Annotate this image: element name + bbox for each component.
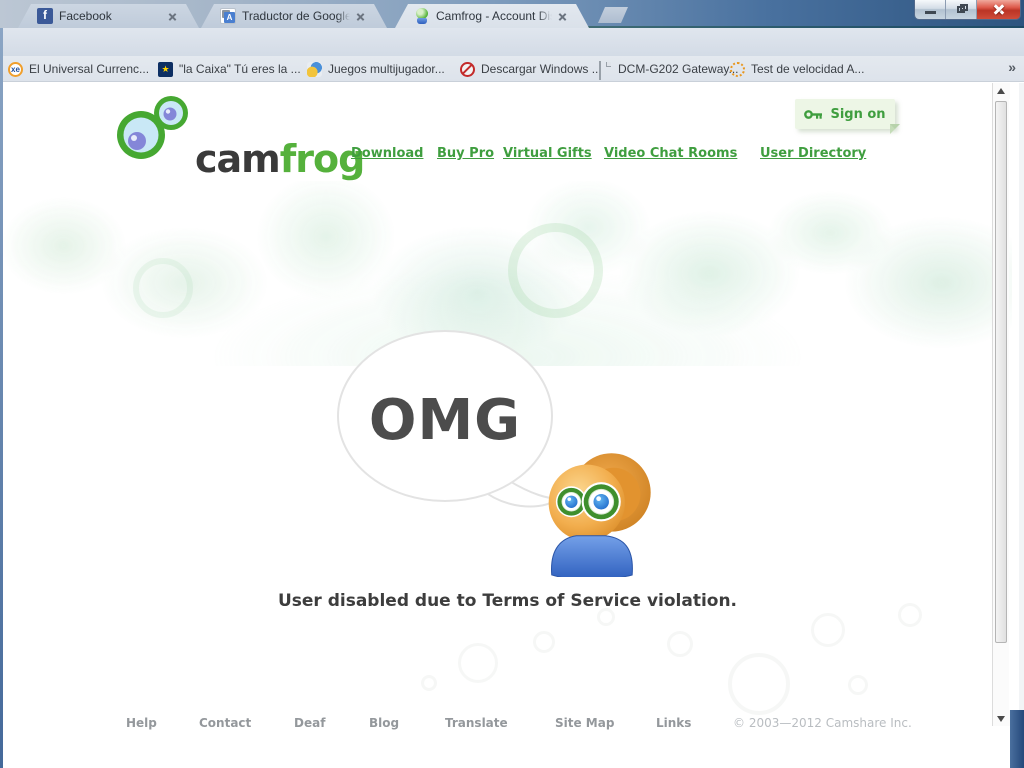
xe-icon: xe xyxy=(8,62,23,77)
tab-label: Camfrog - Account Disabl xyxy=(436,9,552,23)
translate-favicon: A xyxy=(220,8,236,24)
nav-buy-pro[interactable]: Buy Pro xyxy=(437,146,494,161)
browser-window: f Facebook A Traductor de Google Camfrog… xyxy=(0,0,1024,768)
arrow-up-icon xyxy=(997,88,1005,94)
camfrog-logo-text: camfrog xyxy=(195,137,364,181)
speed-test-icon xyxy=(730,62,745,77)
tab-camfrog-active[interactable]: Camfrog - Account Disabl xyxy=(395,4,589,28)
nav-virtual-gifts[interactable]: Virtual Gifts xyxy=(503,146,592,161)
scrollbar-thumb[interactable] xyxy=(995,101,1007,643)
facebook-favicon: f xyxy=(37,8,53,24)
camfrog-mascot xyxy=(537,443,651,577)
page-content: camfrog Download Buy Pro Virtual Gifts V… xyxy=(3,83,1012,768)
camfrog-logo-icon xyxy=(113,93,199,163)
close-icon[interactable] xyxy=(354,10,367,23)
camfrog-logo[interactable]: camfrog xyxy=(113,93,313,193)
nav-download[interactable]: Download xyxy=(351,146,423,161)
games-icon xyxy=(307,62,322,77)
new-tab-button[interactable] xyxy=(598,7,628,23)
bookmark-juegos[interactable]: Juegos multijugador... xyxy=(307,60,445,78)
bookmarks-overflow-chevron[interactable]: » xyxy=(1008,59,1016,75)
nav-video-chat-rooms[interactable]: Video Chat Rooms xyxy=(604,146,737,161)
close-icon[interactable] xyxy=(166,10,179,23)
bookmark-el-universal[interactable]: xe El Universal Currenc... xyxy=(8,60,149,78)
arrow-down-icon xyxy=(997,716,1005,722)
close-window-button[interactable] xyxy=(977,0,1020,19)
key-icon xyxy=(804,108,823,121)
bookmark-la-caixa[interactable]: ★ "la Caixa" Tú eres la ... xyxy=(158,60,301,78)
copyright: © 2003—2012 Camshare Inc. xyxy=(733,716,912,730)
minimize-icon xyxy=(925,11,936,14)
window-controls xyxy=(914,0,1021,20)
window-frame-corner xyxy=(1010,710,1024,768)
bookmark-dcm-gateway[interactable]: DCM-G202 Gateway... xyxy=(597,60,738,78)
footer-link-deaf[interactable]: Deaf xyxy=(294,716,325,730)
scroll-up-button[interactable] xyxy=(993,83,1010,99)
window-frame-left xyxy=(0,28,3,768)
bookmarks-bar: xe El Universal Currenc... ★ "la Caixa" … xyxy=(0,56,1024,82)
footer-link-translate[interactable]: Translate xyxy=(445,716,508,730)
tab-label: Traductor de Google xyxy=(242,9,350,23)
footer-link-contact[interactable]: Contact xyxy=(199,716,251,730)
title-bar: f Facebook A Traductor de Google Camfrog… xyxy=(0,0,1024,28)
footer-link-site-map[interactable]: Site Map xyxy=(555,716,614,730)
restore-button[interactable] xyxy=(946,0,977,19)
footer-link-blog[interactable]: Blog xyxy=(369,716,399,730)
footer-link-links[interactable]: Links xyxy=(656,716,691,730)
bubble-text: OMG xyxy=(337,388,553,453)
close-icon[interactable] xyxy=(556,10,569,23)
bookmark-descargar-windows[interactable]: Descargar Windows ... xyxy=(460,60,602,78)
blocked-icon xyxy=(460,62,475,77)
disabled-message: User disabled due to Terms of Service vi… xyxy=(3,591,1012,611)
camfrog-favicon xyxy=(414,8,430,24)
scroll-down-button[interactable] xyxy=(993,710,1010,726)
nav-user-directory[interactable]: User Directory xyxy=(760,146,866,161)
footer-link-help[interactable]: Help xyxy=(126,716,157,730)
sign-on-button[interactable]: Sign on xyxy=(795,99,895,129)
bookmark-test-velocidad[interactable]: Test de velocidad A... xyxy=(730,60,864,78)
tab-label: Facebook xyxy=(59,9,162,23)
browser-toolbar: ← → profiles.camfrog.com/en/ALFIE_O_SEDU… xyxy=(0,28,1024,56)
la-caixa-icon: ★ xyxy=(158,62,173,77)
vertical-scrollbar[interactable] xyxy=(992,83,1009,726)
page-icon xyxy=(599,61,601,80)
minimize-button[interactable] xyxy=(915,0,946,19)
tab-facebook[interactable]: f Facebook xyxy=(18,4,199,28)
tab-google-translate[interactable]: A Traductor de Google xyxy=(201,4,387,28)
